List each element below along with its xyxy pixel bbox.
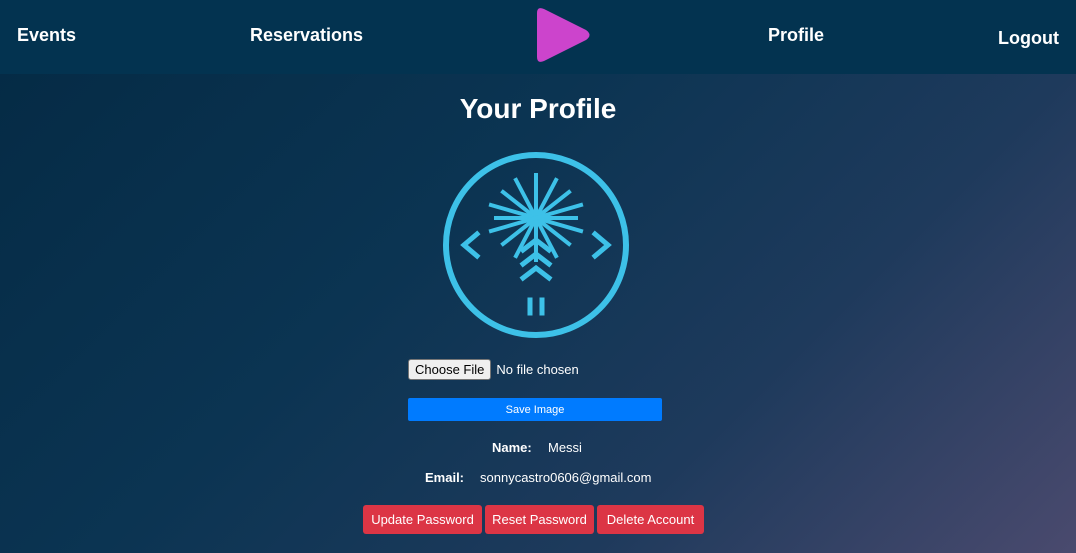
page-title: Your Profile (459, 93, 617, 124)
save-image-button[interactable]: Save Image (408, 398, 662, 421)
file-status: No file chosen (496, 362, 579, 377)
email-value: sonnycastro0606@gmail.com (480, 470, 652, 485)
file-upload: Choose File No file chosen (408, 359, 579, 380)
update-password-button[interactable]: Update Password (363, 505, 482, 534)
delete-account-button[interactable]: Delete Account (597, 505, 704, 534)
email-label: Email: (425, 470, 465, 485)
top-navbar: Events Reservations Profile Logout (0, 0, 1076, 74)
nav-link-profile[interactable]: Profile (768, 25, 824, 46)
nav-link-events[interactable]: Events (17, 25, 76, 46)
choose-file-button[interactable]: Choose File (408, 359, 492, 380)
reset-password-button[interactable]: Reset Password (485, 505, 594, 534)
nav-link-logout[interactable]: Logout (998, 28, 1059, 49)
play-logo-icon[interactable] (531, 5, 593, 65)
palm-tree-code-icon (443, 152, 629, 338)
name-label: Name: (492, 440, 532, 455)
name-value: Messi (548, 440, 582, 455)
nav-link-reservations[interactable]: Reservations (250, 25, 363, 46)
avatar (443, 152, 629, 338)
